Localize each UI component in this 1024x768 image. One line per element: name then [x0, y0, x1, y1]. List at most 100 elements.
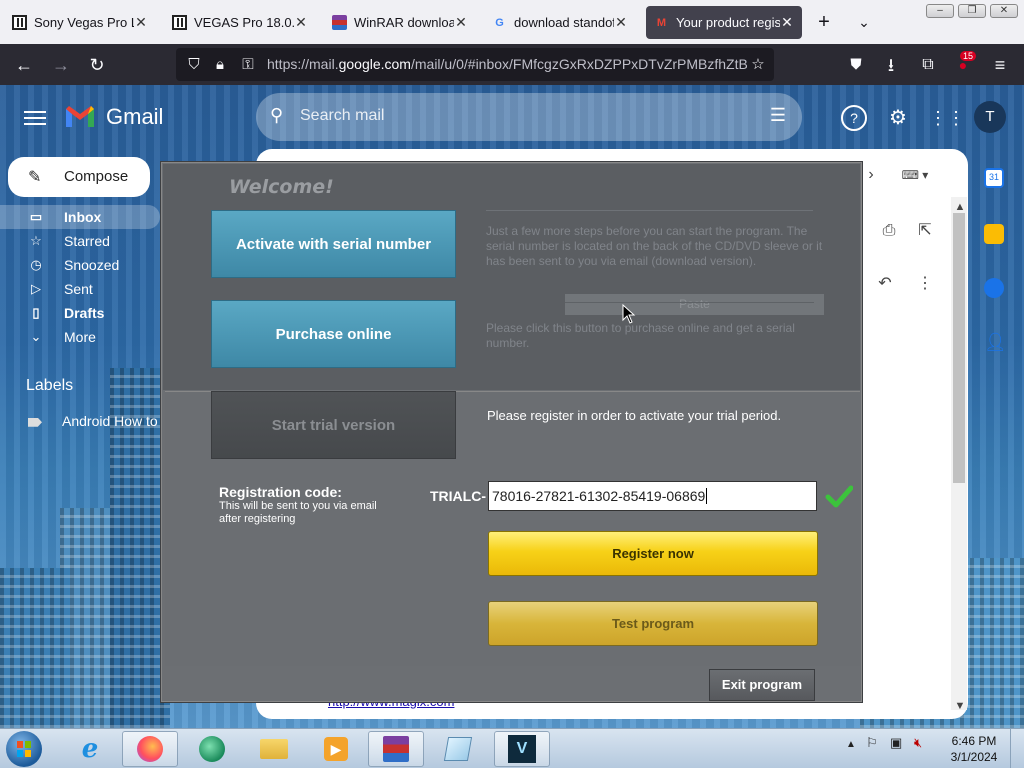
show-desktop-button[interactable] [1010, 729, 1024, 768]
apps-grid-icon[interactable]: ⋮⋮ [929, 105, 965, 131]
sidebar-item-label: Drafts [64, 305, 105, 321]
sidebar-item-inbox[interactable]: ▭ Inbox [0, 205, 160, 229]
close-window-button[interactable]: ✕ [990, 4, 1018, 18]
taskbar-firefox[interactable] [122, 731, 178, 767]
bookmark-star-icon[interactable]: ☆ [748, 55, 768, 75]
sidebar-item-drafts[interactable]: ▯ Drafts [0, 301, 160, 325]
extensions-icon[interactable]: ⧉ [915, 52, 941, 78]
divider [486, 210, 813, 211]
pocket-icon[interactable]: ⛊ [843, 52, 869, 78]
keep-icon[interactable] [984, 224, 1004, 244]
sidebar-item-more[interactable]: ⌄ More [0, 325, 160, 349]
test-program-button[interactable]: Test program [488, 601, 818, 646]
activate-serial-button[interactable]: Activate with serial number [211, 210, 456, 278]
menu-icon[interactable]: ≡ [987, 52, 1013, 78]
compose-label: Compose [64, 168, 129, 185]
start-trial-button[interactable]: Start trial version [211, 391, 456, 459]
volume-muted-icon[interactable]: 🔇︎ [914, 735, 922, 751]
avatar[interactable]: T [974, 101, 1006, 133]
sidebar-item-label: Snoozed [64, 257, 120, 273]
scroll-up-icon[interactable]: ▲ [950, 197, 970, 217]
next-message-icon[interactable]: › [861, 165, 881, 185]
taskbar-notepad[interactable] [430, 731, 486, 767]
more-options-icon[interactable]: ⋮ [915, 274, 935, 294]
flag-icon[interactable]: ⚐ [866, 735, 878, 751]
input-tools-icon[interactable]: ⌨ ▾ [898, 165, 932, 185]
tab-sony-vegas[interactable]: Sony Vegas Pro Latest ✕ [4, 6, 156, 39]
taskbar-app[interactable] [184, 731, 240, 767]
print-icon[interactable]: ⎙ [879, 221, 899, 241]
register-now-button[interactable]: Register now [488, 531, 818, 576]
registration-code-label: Registration code: This will be sent to … [219, 484, 399, 526]
firefox-icon [137, 736, 163, 762]
reload-button[interactable]: ↻ [84, 52, 110, 78]
scroll-down-icon[interactable]: ▼ [950, 696, 970, 716]
close-icon[interactable]: ✕ [614, 14, 628, 31]
sidebar-item-snoozed[interactable]: ◷ Snoozed [0, 253, 160, 277]
search-icon[interactable]: ⚲ [270, 105, 294, 129]
search-input[interactable]: ⚲ Search mail ☰ [256, 93, 802, 141]
sidebar-item-sent[interactable]: ▷ Sent [0, 277, 160, 301]
network-icon[interactable]: ▣ [890, 735, 902, 751]
lock-icon[interactable]: 🔒︎ [210, 55, 230, 75]
contacts-icon[interactable]: 👤︎ [984, 332, 1007, 352]
draft-icon: ▯ [32, 305, 40, 320]
close-icon[interactable]: ✕ [454, 14, 468, 31]
search-options-icon[interactable]: ☰ [770, 105, 786, 126]
purchase-online-button[interactable]: Purchase online [211, 300, 456, 368]
exit-program-button[interactable]: Exit program [709, 669, 815, 701]
taskbar-vegas[interactable]: V [494, 731, 550, 767]
calendar-icon[interactable]: 31 [984, 168, 1004, 188]
clock-time: 6:46 PM [951, 734, 997, 748]
start-button[interactable] [6, 731, 42, 767]
new-tab-button[interactable]: + [812, 10, 836, 34]
show-hidden-icons[interactable]: ▲ [846, 739, 856, 750]
minimize-button[interactable]: – [926, 4, 954, 18]
label-icon [28, 417, 42, 427]
tab-product-registration[interactable]: M Your product registr ✕ [646, 6, 802, 39]
sidebar-item-starred[interactable]: ☆ Starred [0, 229, 160, 253]
internet-explorer-icon: e [81, 734, 99, 764]
back-button[interactable]: ← [11, 52, 37, 78]
taskbar-winrar[interactable] [368, 731, 424, 767]
paste-button[interactable]: Paste [565, 294, 824, 315]
sidebar-item-label-android[interactable]: Android How to [28, 413, 158, 429]
close-icon[interactable]: ✕ [134, 14, 148, 31]
help-icon[interactable]: ? [841, 105, 867, 131]
forward-button[interactable]: → [48, 52, 74, 78]
file-explorer-icon [260, 739, 288, 759]
taskbar-media-player[interactable]: ▶ [308, 731, 364, 767]
open-new-window-icon[interactable]: ⇱ [915, 221, 935, 241]
reply-icon[interactable]: ↶ [875, 274, 895, 294]
text-caret [706, 488, 708, 504]
taskbar-file-explorer[interactable] [246, 731, 302, 767]
compose-button[interactable]: ✎ Compose [8, 157, 150, 197]
tab-winrar[interactable]: WinRAR download ✕ [324, 6, 476, 39]
sidebar-item-label: Inbox [64, 209, 102, 225]
key-icon[interactable]: ⚿ [238, 55, 258, 75]
close-icon[interactable]: ✕ [780, 14, 794, 31]
sidebar-item-label: More [64, 329, 96, 345]
system-clock[interactable]: 6:46 PM 3/1/2024 [948, 733, 1000, 765]
main-menu-button[interactable] [24, 107, 46, 129]
downloads-icon[interactable]: ⭳ [878, 52, 904, 78]
taskbar-internet-explorer[interactable]: e [62, 731, 118, 767]
tab-title: WinRAR download [354, 15, 454, 30]
restore-button[interactable]: ❐ [958, 4, 986, 18]
shield-icon[interactable]: ⛉ [184, 55, 204, 75]
tab-title: download standoff [514, 15, 614, 30]
gear-icon[interactable]: ⚙ [885, 105, 911, 131]
close-icon[interactable]: ✕ [294, 14, 308, 31]
list-all-tabs-button[interactable]: ⌄ [852, 10, 876, 34]
columns-icon [12, 15, 27, 30]
send-icon: ▷ [31, 281, 41, 296]
registration-code-input[interactable]: 78016-27821-61302-85419-06869 [488, 481, 817, 511]
url-text[interactable]: https://mail.google.com/mail/u/0/#inbox/… [267, 56, 747, 72]
tasks-icon[interactable] [984, 278, 1004, 298]
address-bar[interactable]: ⛉ 🔒︎ ⚿ https://mail.google.com/mail/u/0/… [176, 48, 774, 81]
browser-toolbar: ← → ↻ ⛉ 🔒︎ ⚿ https://mail.google.com/mai… [0, 44, 1024, 85]
gmail-icon: M [656, 16, 667, 29]
tab-vegas-pro[interactable]: VEGAS Pro 18.0.0.334 ✕ [164, 6, 316, 39]
scrollbar-thumb[interactable] [953, 213, 965, 483]
tab-download-standoff[interactable]: G download standoff ✕ [484, 6, 636, 39]
